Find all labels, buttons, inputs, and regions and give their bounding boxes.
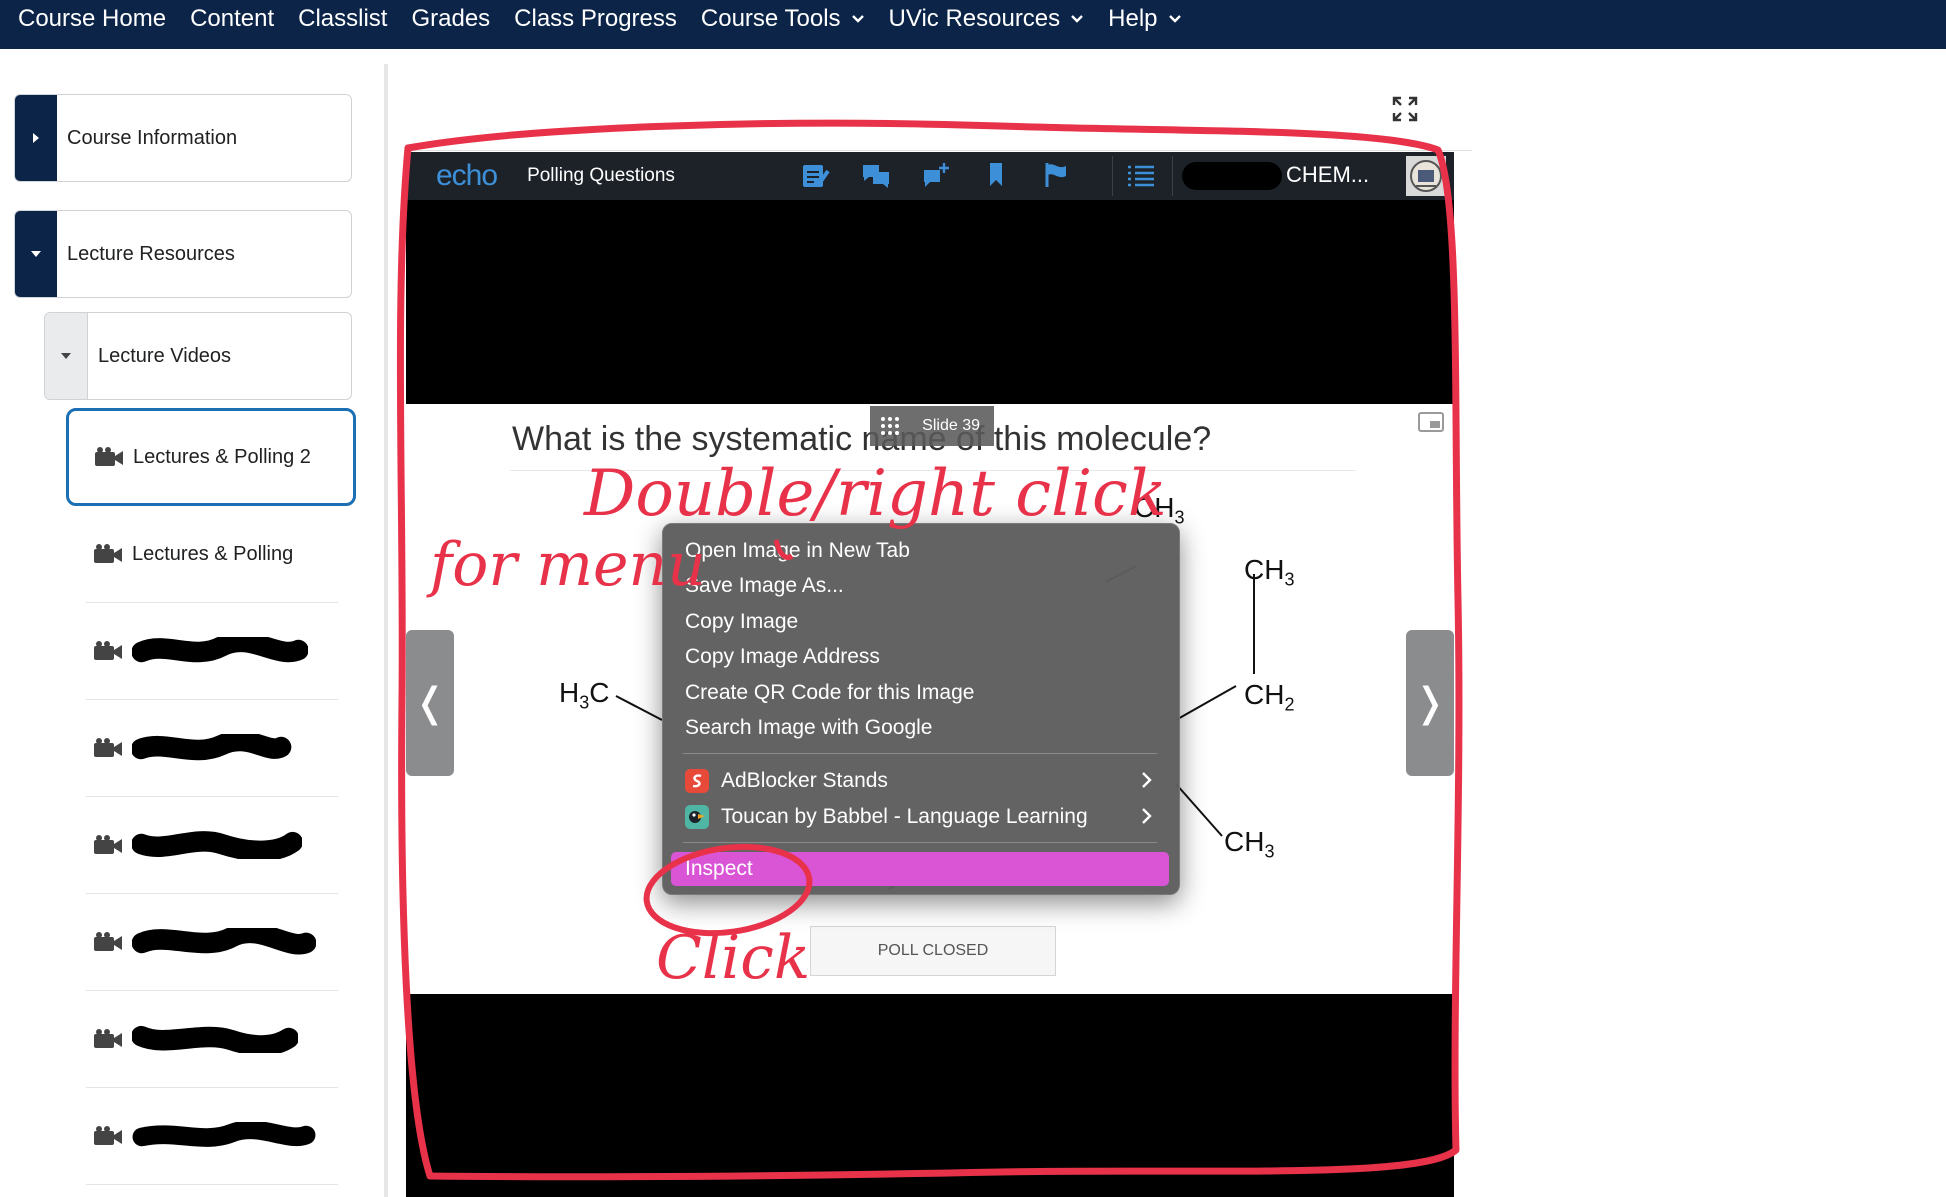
nav-label: Help <box>1108 4 1158 32</box>
lecture-item-label: Lectures & Polling <box>132 542 294 565</box>
player-toolbar <box>786 162 1086 188</box>
chem-label-h3c: H3C <box>559 677 610 713</box>
tree-lecture-resources[interactable]: Lecture Resources <box>14 210 352 298</box>
nav-course-tools[interactable]: Course Tools <box>701 5 865 33</box>
redaction-scribble <box>132 928 316 955</box>
menu-search-image-google[interactable]: Search Image with Google <box>685 711 932 745</box>
player-header: echo Polling Questions CHEM... <box>406 152 1454 200</box>
nav-label: Grades <box>411 4 491 32</box>
tree-lecture-videos[interactable]: Lecture Videos <box>44 312 352 400</box>
tree-course-information[interactable]: Course Information <box>14 94 352 182</box>
user-avatar[interactable] <box>1406 156 1446 196</box>
player-title: Polling Questions <box>527 165 675 186</box>
content-divider <box>404 150 1472 151</box>
video-camera-icon <box>94 932 122 951</box>
video-camera-icon <box>94 1029 122 1048</box>
menu-save-image-as[interactable]: Save Image As... <box>685 569 844 603</box>
menu-separator <box>683 842 1157 843</box>
echo-logo: echo <box>436 159 498 192</box>
context-menu: Open Image in New Tab Save Image As... C… <box>662 523 1180 895</box>
nav-uvic-resources[interactable]: UVic Resources <box>889 5 1085 33</box>
lecture-item-label: Lectures & Polling 2 <box>133 445 311 468</box>
nav-classlist[interactable]: Classlist <box>298 5 387 33</box>
menu-copy-image-address[interactable]: Copy Image Address <box>685 640 880 674</box>
nav-label: Class Progress <box>514 4 677 32</box>
video-camera-icon <box>94 835 122 854</box>
poll-status-button[interactable]: POLL CLOSED <box>810 926 1056 976</box>
expand-toggle[interactable] <box>15 95 57 181</box>
notes-icon[interactable] <box>786 162 846 188</box>
redaction-scribble <box>132 637 308 663</box>
video-camera-icon <box>94 738 122 757</box>
nav-content[interactable]: Content <box>190 5 274 33</box>
redaction-scribble <box>132 831 302 859</box>
nav-course-home[interactable]: Course Home <box>18 5 166 33</box>
menu-label: Toucan by Babbel - Language Learning <box>721 805 1088 828</box>
fullscreen-icon[interactable] <box>1392 96 1418 127</box>
video-camera-icon <box>94 544 122 563</box>
menu-label: AdBlocker Stands <box>721 769 888 792</box>
nav-label: Course Tools <box>700 4 841 32</box>
chevron-down-icon <box>1070 12 1084 26</box>
sidebar-divider <box>384 64 388 1197</box>
adblocker-icon <box>685 769 709 793</box>
tree-label: Lecture Resources <box>67 242 235 265</box>
caret-down-icon <box>61 353 71 359</box>
nav-label: Content <box>190 4 275 32</box>
caret-right-icon <box>33 133 39 143</box>
add-question-icon[interactable] <box>906 162 966 188</box>
nav-label: Classlist <box>298 4 388 32</box>
nav-grades[interactable]: Grades <box>411 5 490 33</box>
chevron-down-icon <box>1168 12 1182 26</box>
redaction-scribble <box>132 1025 298 1053</box>
caret-down-icon <box>31 251 41 257</box>
tree-label: Course Information <box>67 126 238 149</box>
video-camera-icon <box>94 641 122 660</box>
lecture-item-selected[interactable]: Lectures & Polling 2 <box>66 408 356 506</box>
list-icon[interactable] <box>1126 162 1156 193</box>
redaction-scribble <box>132 1122 316 1147</box>
discussion-icon[interactable] <box>846 162 906 188</box>
redaction-scribble <box>132 734 292 761</box>
menu-separator <box>683 753 1157 754</box>
chevron-down-icon <box>851 12 865 26</box>
nav-label: UVic Resources <box>888 4 1061 32</box>
nav-label: Course Home <box>18 4 167 32</box>
toucan-icon <box>685 805 709 829</box>
lecture-item-redacted[interactable] <box>86 700 338 797</box>
lecture-item-redacted[interactable] <box>86 894 338 991</box>
tree-label: Lecture Videos <box>98 344 232 367</box>
course-name: CHEM... <box>1286 162 1370 187</box>
collapse-toggle[interactable] <box>15 211 57 297</box>
flag-icon[interactable] <box>1026 162 1086 188</box>
nav-help[interactable]: Help <box>1108 5 1181 33</box>
menu-create-qr-code[interactable]: Create QR Code for this Image <box>685 676 974 710</box>
lecture-item-redacted[interactable] <box>86 603 338 700</box>
nav-class-progress[interactable]: Class Progress <box>514 5 677 33</box>
chem-label-ch3-bottom: CH3 <box>1224 826 1275 862</box>
menu-adblocker-stands[interactable]: AdBlocker Stands <box>685 764 888 798</box>
chem-label-ch2: CH2 <box>1244 679 1295 715</box>
lecture-item-redacted[interactable] <box>86 797 338 894</box>
submenu-arrow-icon <box>1141 806 1153 832</box>
bookmark-icon[interactable] <box>966 162 1026 188</box>
menu-inspect[interactable]: Inspect <box>671 852 1169 886</box>
header-separator <box>1112 156 1113 196</box>
lecture-item-redacted[interactable] <box>86 1088 338 1185</box>
header-separator <box>1172 156 1173 196</box>
submenu-arrow-icon <box>1141 770 1153 796</box>
lecture-item-redacted[interactable] <box>86 991 338 1088</box>
menu-copy-image[interactable]: Copy Image <box>685 605 798 639</box>
top-navigation-bar: Course Home Content Classlist Grades Cla… <box>0 0 1946 49</box>
video-camera-icon <box>95 447 123 466</box>
redaction-scribble <box>1182 162 1282 190</box>
lecture-item[interactable]: Lectures & Polling <box>86 506 338 603</box>
menu-toucan-babbel[interactable]: Toucan by Babbel - Language Learning <box>685 800 1088 834</box>
menu-open-image-new-tab[interactable]: Open Image in New Tab <box>685 534 910 568</box>
collapse-toggle[interactable] <box>45 313 88 399</box>
video-camera-icon <box>94 1126 122 1145</box>
chem-label-ch3-right: CH3 <box>1244 554 1295 590</box>
